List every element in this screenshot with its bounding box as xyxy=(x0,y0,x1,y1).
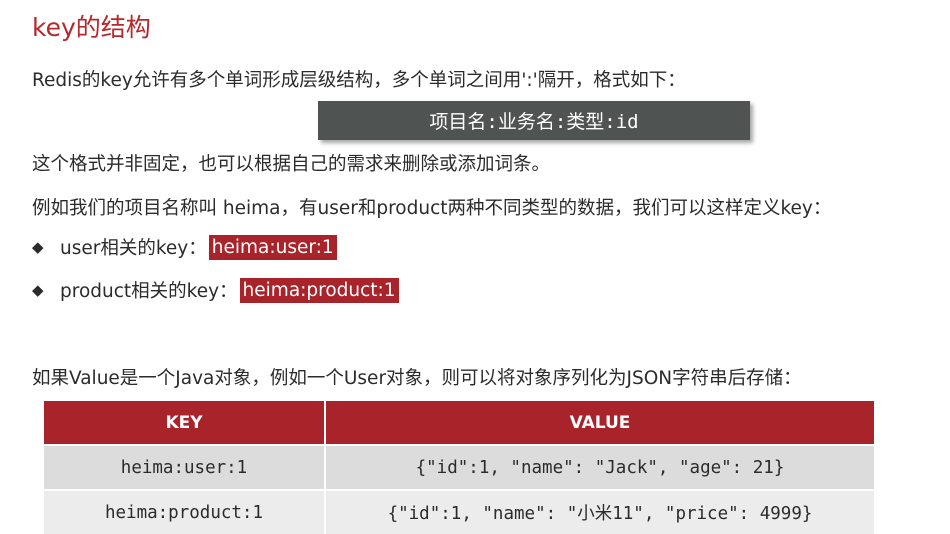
highlighted-key: heima:product:1 xyxy=(239,277,399,303)
table-cell-value: {"id":1, "name": "Jack", "age": 21} xyxy=(325,444,874,490)
example-intro-text: 例如我们的项目名称叫 heima，有user和product两种不同类型的数据，… xyxy=(32,198,832,219)
table-row: heima:user:1 {"id":1, "name": "Jack", "a… xyxy=(44,444,874,490)
page-title: key的结构 xyxy=(32,13,151,42)
highlighted-key: heima:user:1 xyxy=(208,234,337,260)
bullet-item-user: ◆ user相关的key： heima:user:1 xyxy=(32,234,337,260)
note-text: 这个格式并非固定，也可以根据自己的需求来删除或添加词条。 xyxy=(32,154,551,175)
table-cell-key: heima:user:1 xyxy=(44,444,326,490)
diamond-bullet-icon: ◆ xyxy=(32,238,44,256)
header-key: KEY xyxy=(44,401,326,445)
table-row: heima:product:1 {"id":1, "name": "小米11",… xyxy=(44,489,874,534)
key-value-table: KEY VALUE heima:user:1 {"id":1, "name": … xyxy=(44,401,874,534)
key-format-box: 项目名:业务名:类型:id xyxy=(318,101,750,140)
bullet-label: user相关的key： xyxy=(60,238,207,259)
bullet-label: product相关的key： xyxy=(60,281,238,302)
table-cell-key: heima:product:1 xyxy=(44,489,326,534)
intro-text: Redis的key允许有多个单词形成层级结构，多个单词之间用':'隔开，格式如下… xyxy=(32,70,686,91)
table-cell-value: {"id":1, "name": "小米11", "price": 4999} xyxy=(325,489,874,534)
header-value: VALUE xyxy=(325,401,874,445)
diamond-bullet-icon: ◆ xyxy=(32,281,44,299)
table-header-row: KEY VALUE xyxy=(44,401,874,445)
value-intro-text: 如果Value是一个Java对象，例如一个User对象，则可以将对象序列化为JS… xyxy=(32,368,802,389)
bullet-item-product: ◆ product相关的key： heima:product:1 xyxy=(32,277,399,303)
